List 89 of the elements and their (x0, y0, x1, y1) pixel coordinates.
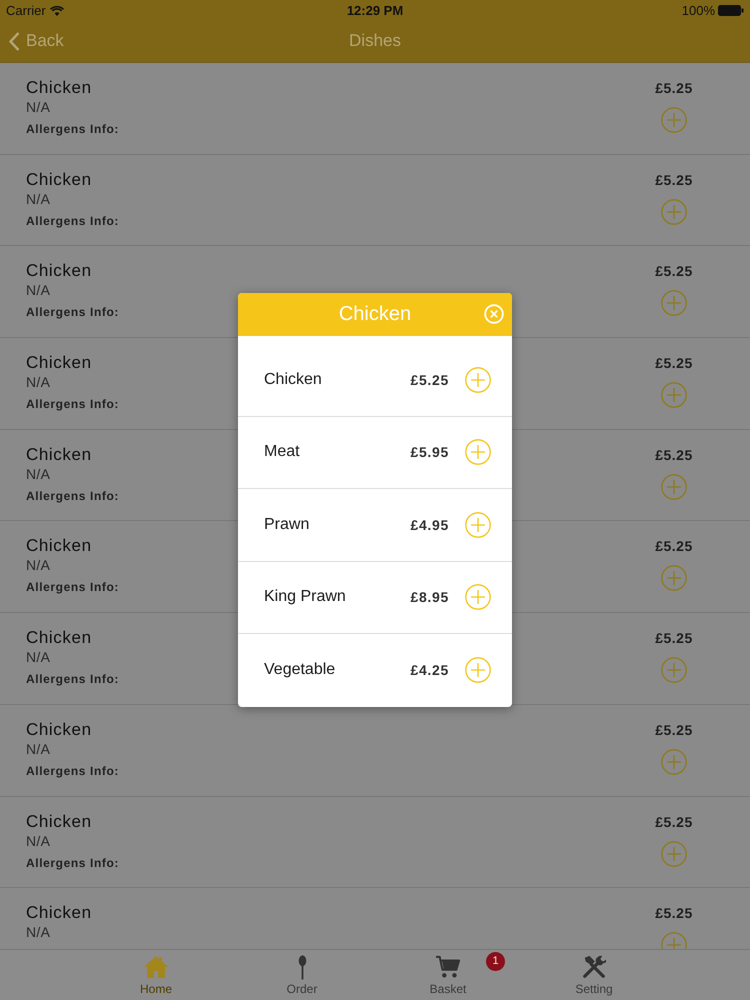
dish-row[interactable]: Chicken N/A Allergens Info: £5.25 (0, 154, 750, 246)
carrier-name: Carrier (6, 2, 46, 18)
plus-icon[interactable] (661, 474, 687, 500)
dish-name: Chicken (26, 170, 92, 190)
dish-row[interactable]: Chicken N/A Allergens Info: £5.25 (0, 63, 750, 155)
dish-description: N/A (26, 648, 50, 666)
plus-icon[interactable] (465, 584, 491, 610)
dish-price: £5.25 (655, 262, 693, 282)
allergens-label: Allergens Info: (26, 121, 120, 138)
plus-icon[interactable] (661, 748, 687, 775)
option-price: £4.25 (410, 662, 449, 678)
dish-price: £5.25 (655, 812, 693, 832)
dish-name: Chicken (26, 261, 92, 282)
allergens-label: Allergens Info: (26, 854, 120, 872)
battery-percent: 100% (682, 2, 715, 18)
dish-description: N/A (26, 832, 50, 850)
dish-price: £5.25 (655, 446, 693, 465)
dish-price: £5.25 (655, 79, 693, 98)
dish-row[interactable]: Chicken N/A Allergens Info: £5.25 (0, 796, 750, 888)
status-time: 12:29 PM (346, 2, 404, 18)
allergens-label: Allergens Info: (26, 304, 120, 322)
tools-icon (581, 955, 607, 979)
allergens-label: Allergens Info: (26, 212, 120, 230)
chevron-left-icon (9, 32, 20, 50)
dish-description: N/A (26, 281, 50, 300)
dish-name: Chicken (26, 444, 92, 465)
allergens-label: Allergens Info: (26, 762, 120, 780)
option-price: £5.25 (410, 372, 449, 388)
option-name: Chicken (264, 370, 322, 389)
dish-name: Chicken (26, 812, 92, 832)
option-name: Vegetable (264, 661, 336, 680)
dish-name: Chicken (26, 628, 92, 648)
option-row[interactable]: Chicken £5.25 (238, 344, 512, 416)
option-row[interactable]: Prawn £4.95 (238, 489, 512, 562)
dish-name: Chicken (26, 353, 92, 374)
option-name: King Prawn (264, 588, 346, 606)
tab-button[interactable]: Order (229, 950, 375, 1000)
dish-description: N/A (26, 190, 50, 208)
dialog-title: Chicken (338, 303, 412, 326)
option-name: Meat (264, 443, 300, 462)
option-row[interactable]: Meat £5.95 (238, 416, 512, 489)
allergens-label: Allergens Info: (26, 579, 120, 596)
dish-price: £5.25 (655, 904, 693, 924)
wifi-icon (50, 4, 64, 16)
dish-description: N/A (26, 556, 50, 574)
option-row[interactable]: King Prawn £8.95 (238, 562, 512, 634)
dish-price: £5.25 (655, 629, 693, 648)
dish-description: N/A (26, 373, 50, 392)
count-badge: 1 (486, 952, 505, 971)
plus-icon[interactable] (465, 439, 491, 466)
option-row[interactable]: Vegetable £4.25 (238, 634, 512, 706)
page-title: Dishes (349, 31, 401, 51)
plus-icon[interactable] (465, 512, 491, 538)
plus-icon[interactable] (661, 198, 687, 225)
dish-price: £5.25 (655, 170, 693, 190)
plus-icon[interactable] (661, 107, 687, 133)
dish-name: Chicken (26, 720, 92, 740)
battery-icon (718, 4, 744, 16)
allergens-label: Allergens Info: (26, 488, 120, 505)
dish-price: £5.25 (655, 537, 693, 556)
plus-icon[interactable] (661, 657, 687, 684)
dish-price: £5.25 (655, 354, 693, 374)
tab-button[interactable]: Setting (521, 950, 667, 1000)
spoon-icon (298, 955, 306, 981)
option-price: £4.95 (410, 516, 449, 533)
dish-price: £5.25 (655, 720, 693, 740)
dish-description: N/A (26, 740, 50, 758)
plus-icon[interactable] (661, 840, 687, 866)
option-name: Prawn (264, 516, 310, 534)
dish-name: Chicken (26, 536, 92, 556)
option-price: £8.95 (410, 589, 449, 606)
option-price: £5.95 (410, 444, 449, 460)
allergens-label: Allergens Info: (26, 396, 120, 414)
tab-button[interactable]: Basket 1 (375, 950, 521, 1000)
cart-icon (435, 955, 461, 979)
plus-icon[interactable] (465, 657, 491, 684)
plus-icon[interactable] (465, 366, 491, 393)
dish-description: N/A (26, 923, 50, 942)
dish-description: N/A (26, 98, 50, 116)
tab-button[interactable]: Home (83, 950, 229, 1000)
dish-name: Chicken (26, 78, 92, 98)
plus-icon[interactable] (661, 565, 687, 592)
plus-icon[interactable] (661, 290, 687, 316)
close-icon[interactable] (484, 304, 504, 324)
home-icon (143, 955, 169, 979)
allergens-label: Allergens Info: (26, 671, 120, 688)
dish-name: Chicken (26, 903, 92, 924)
plus-icon[interactable] (661, 382, 687, 408)
dish-description: N/A (26, 464, 50, 483)
